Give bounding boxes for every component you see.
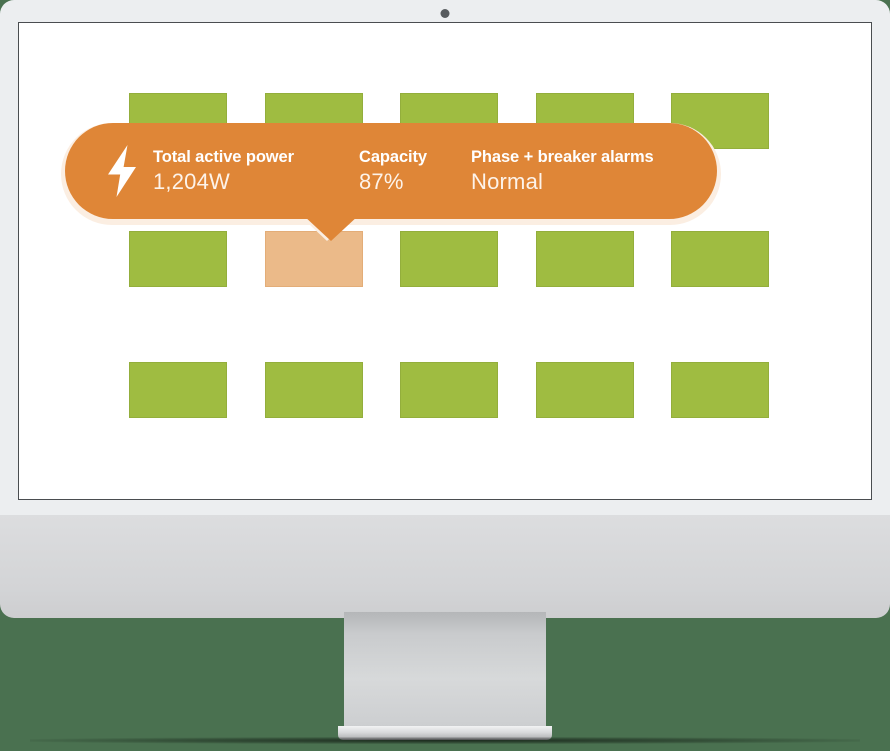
monitor-floor-shadow bbox=[30, 737, 860, 744]
tooltip-stats: Total active power 1,204W Capacity 87% P… bbox=[153, 147, 711, 196]
stat-label: Capacity bbox=[359, 147, 427, 166]
rack-cell[interactable] bbox=[264, 362, 363, 418]
page-root: Total active power 1,204W Capacity 87% P… bbox=[0, 0, 890, 751]
monitor-stand-neck bbox=[344, 612, 546, 734]
stat-value: 87% bbox=[359, 168, 404, 194]
stat-phase-breaker-alarms: Phase + breaker alarms Normal bbox=[471, 147, 711, 196]
rack-cell[interactable] bbox=[671, 362, 769, 418]
monitor-frame: Total active power 1,204W Capacity 87% P… bbox=[0, 0, 890, 515]
rack-cell[interactable] bbox=[535, 362, 634, 418]
rack-grid bbox=[19, 23, 871, 499]
stat-capacity: Capacity 87% bbox=[359, 147, 471, 196]
rack-cell[interactable] bbox=[400, 362, 498, 418]
stats-tooltip: Total active power 1,204W Capacity 87% P… bbox=[61, 123, 721, 243]
stat-value: Normal bbox=[471, 168, 544, 194]
screen-bezel: Total active power 1,204W Capacity 87% P… bbox=[18, 22, 872, 500]
rack-row-3 bbox=[129, 362, 769, 418]
monitor-chin bbox=[0, 515, 890, 618]
lightning-bolt-icon bbox=[91, 144, 153, 198]
webcam-dot-icon bbox=[440, 9, 450, 18]
rack-cell[interactable] bbox=[129, 362, 227, 418]
stat-total-active-power: Total active power 1,204W bbox=[153, 147, 359, 196]
stat-value: 1,204W bbox=[153, 168, 231, 194]
stat-label: Total active power bbox=[153, 147, 294, 166]
screen: Total active power 1,204W Capacity 87% P… bbox=[19, 23, 871, 499]
tooltip-body: Total active power 1,204W Capacity 87% P… bbox=[65, 123, 717, 241]
stat-label: Phase + breaker alarms bbox=[471, 147, 654, 166]
tooltip-pointer-arrow bbox=[303, 215, 359, 241]
